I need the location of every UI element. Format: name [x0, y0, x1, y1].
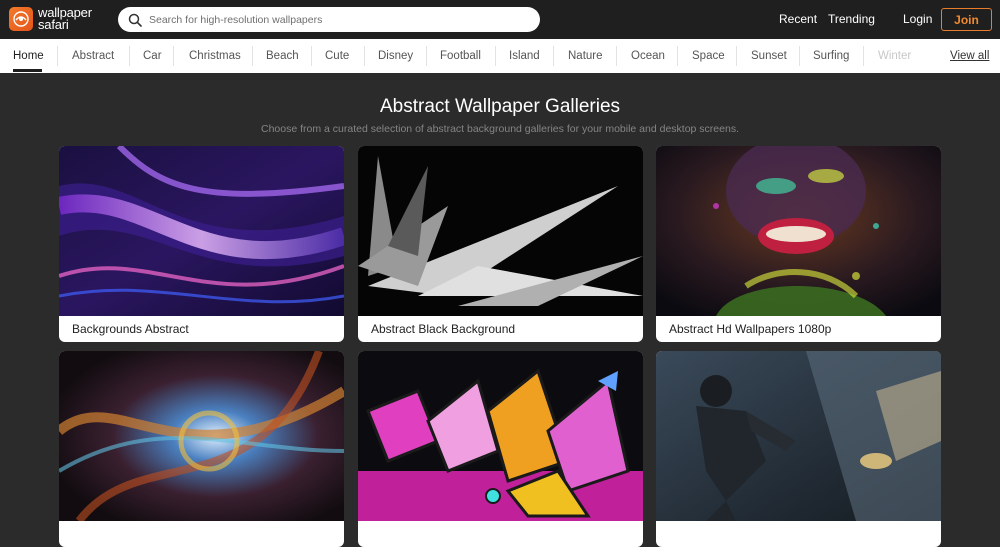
- logo-text: wallpaper safari: [38, 6, 92, 32]
- category-sunset[interactable]: Sunset: [751, 50, 787, 62]
- search-input[interactable]: [149, 13, 529, 26]
- search-icon: [128, 13, 142, 27]
- gallery-card[interactable]: Abstract Black Background: [358, 146, 643, 342]
- gallery-card[interactable]: Abstract Hd Wallpapers 1080p: [656, 146, 941, 342]
- gallery-card[interactable]: [59, 351, 344, 547]
- gallery-thumbnail: [358, 351, 643, 521]
- divider: [553, 46, 554, 66]
- category-surfing[interactable]: Surfing: [813, 50, 849, 62]
- category-space[interactable]: Space: [692, 50, 725, 62]
- gallery-caption: [59, 521, 344, 547]
- top-bar: wallpaper safari Recent Trending Login J…: [0, 0, 1000, 39]
- category-disney[interactable]: Disney: [378, 50, 413, 62]
- gallery-thumbnail: [656, 146, 941, 316]
- category-car[interactable]: Car: [143, 50, 162, 62]
- gallery-card[interactable]: Backgrounds Abstract: [59, 146, 344, 342]
- divider: [495, 46, 496, 66]
- active-category-indicator: [13, 69, 42, 72]
- divider: [677, 46, 678, 66]
- category-beach[interactable]: Beach: [266, 50, 299, 62]
- gallery-thumbnail: [656, 351, 941, 521]
- view-all-link[interactable]: View all: [950, 50, 989, 62]
- gallery-caption: Backgrounds Abstract: [72, 322, 189, 336]
- divider: [616, 46, 617, 66]
- category-bar: Home Abstract Car Christmas Beach Cute D…: [0, 39, 1000, 73]
- category-christmas[interactable]: Christmas: [189, 50, 241, 62]
- logo-icon: [9, 7, 33, 31]
- login-link[interactable]: Login: [903, 12, 932, 26]
- divider: [129, 46, 130, 66]
- gallery-card[interactable]: [656, 351, 941, 547]
- category-winter[interactable]: Winter: [878, 50, 911, 62]
- search-bar: [118, 7, 540, 32]
- gallery-caption: Abstract Black Background: [371, 322, 516, 336]
- site-logo[interactable]: wallpaper safari: [9, 6, 92, 32]
- category-abstract[interactable]: Abstract: [72, 50, 114, 62]
- divider: [252, 46, 253, 66]
- gallery-thumbnail: [59, 351, 344, 521]
- page-title: Abstract Wallpaper Galleries: [379, 96, 621, 117]
- category-nature[interactable]: Nature: [568, 50, 603, 62]
- gallery-caption: Abstract Hd Wallpapers 1080p: [669, 322, 832, 336]
- divider: [736, 46, 737, 66]
- divider: [57, 46, 58, 66]
- gallery-thumbnail: [59, 146, 344, 316]
- gallery-card[interactable]: [358, 351, 643, 547]
- nav-recent-link[interactable]: Recent: [779, 12, 817, 26]
- category-ocean[interactable]: Ocean: [631, 50, 665, 62]
- divider: [799, 46, 800, 66]
- category-home[interactable]: Home: [13, 50, 44, 62]
- category-island[interactable]: Island: [509, 50, 540, 62]
- divider: [311, 46, 312, 66]
- gallery-caption: [656, 521, 941, 547]
- divider: [426, 46, 427, 66]
- join-button[interactable]: Join: [941, 8, 992, 31]
- gallery-thumbnail: [358, 146, 643, 316]
- gallery-caption: [358, 521, 643, 547]
- logo-line-2: safari: [38, 17, 69, 32]
- divider: [364, 46, 365, 66]
- category-football[interactable]: Football: [440, 50, 481, 62]
- page-subtitle: Choose from a curated selection of abstr…: [260, 123, 739, 135]
- divider: [863, 46, 864, 66]
- nav-trending-link[interactable]: Trending: [828, 12, 875, 26]
- category-cute[interactable]: Cute: [325, 50, 349, 62]
- divider: [173, 46, 174, 66]
